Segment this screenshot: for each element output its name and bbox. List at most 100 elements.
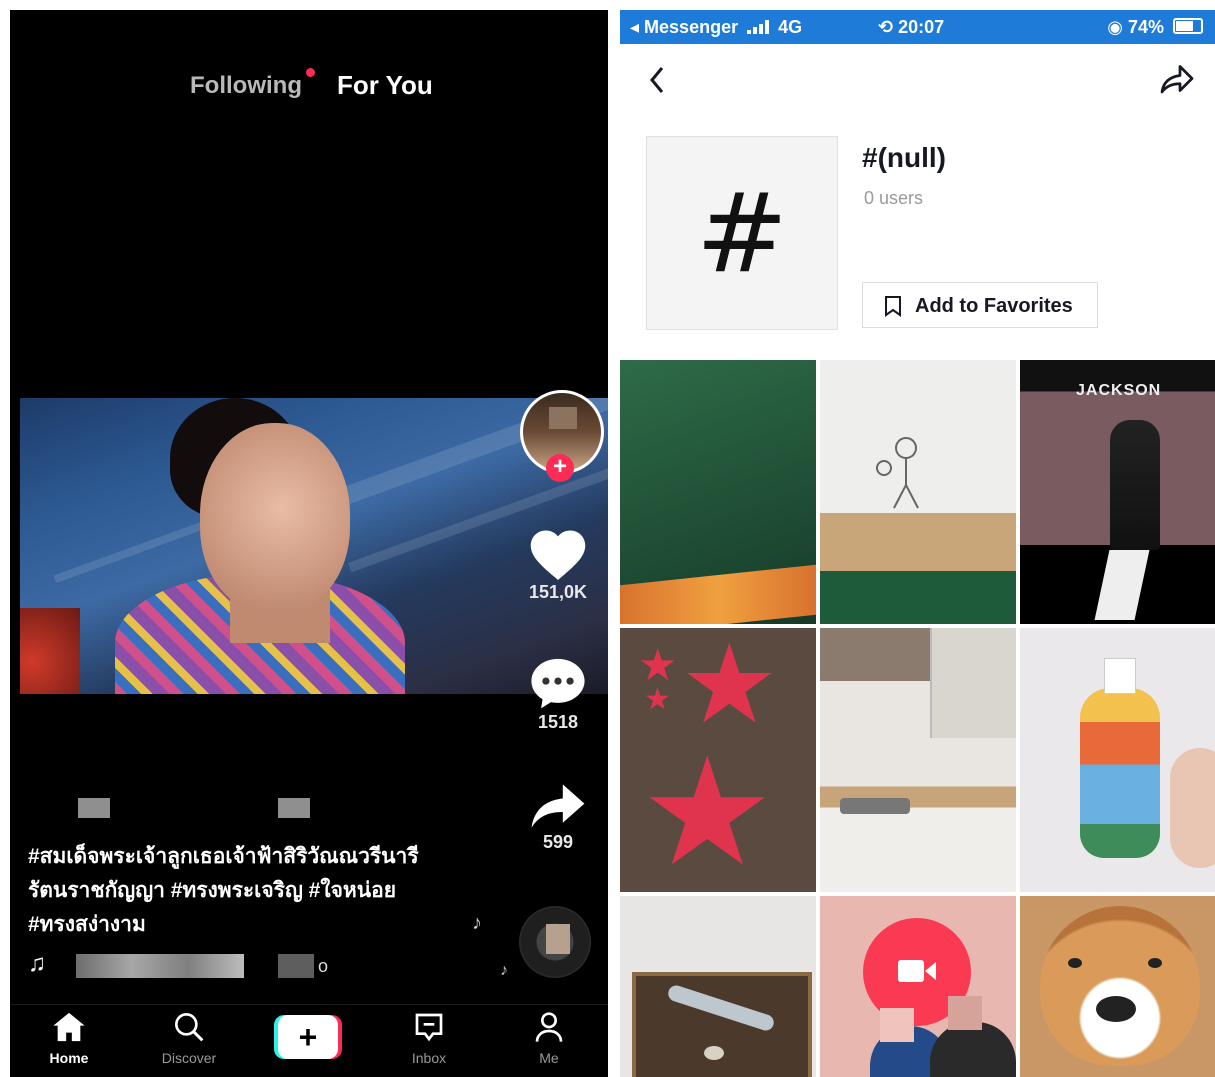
video-thumbnail-live-recording[interactable] — [820, 896, 1016, 1077]
performer-legs — [1094, 550, 1150, 620]
status-app-name: ◂ Messenger — [630, 17, 739, 37]
share-icon[interactable] — [1159, 62, 1195, 98]
caption-line-1[interactable]: #สมเด็จพระเจ้าลูกเธอเจ้าฟ้าสิริวัณณวรีนา… — [28, 840, 468, 874]
nav-me-label: Me — [539, 1050, 559, 1066]
tab-for-you[interactable]: For You — [337, 70, 433, 101]
redacted-music-title[interactable] — [76, 954, 244, 978]
hand — [1170, 748, 1215, 868]
status-back-to-app[interactable]: ◂ Messenger 4G — [630, 17, 802, 38]
signal-bars-icon — [747, 20, 770, 34]
hashtag-page-screen: ◂ Messenger 4G ⟲ 20:07 ◉ 74% # #(null) 0… — [620, 10, 1215, 1077]
nav-discover-label: Discover — [161, 1050, 217, 1066]
kitchen-cabinet — [930, 628, 1016, 738]
status-time-group: ⟲ 20:07 — [878, 17, 944, 38]
video-thumbnail-kitchen[interactable] — [820, 628, 1016, 892]
battery-icon — [1173, 18, 1203, 34]
video-thumbnail-shiba-dog[interactable] — [1020, 896, 1215, 1077]
status-battery-percent: 74% — [1127, 17, 1164, 37]
comment-count: 1518 — [537, 712, 579, 732]
music-disc-cover — [546, 924, 570, 954]
redacted-username-block — [78, 798, 110, 818]
nav-discover[interactable]: Discover — [144, 1011, 234, 1066]
video-person-face — [200, 423, 350, 613]
video-caption: #สมเด็จพระเจ้าลูกเธอเจ้าฟ้าสิริวัณณวรีนา… — [28, 840, 468, 942]
video-car-detail — [20, 608, 80, 694]
floating-note-icon: ♪ — [472, 912, 482, 934]
comment-icon[interactable] — [529, 656, 587, 710]
dog-nose — [1096, 996, 1136, 1022]
blurred-face — [880, 1008, 914, 1042]
music-note-icon: ♫ — [28, 950, 46, 977]
jersey-print — [620, 564, 816, 624]
star-icon: ★ — [644, 683, 671, 716]
home-icon — [53, 1012, 85, 1042]
plus-icon: + — [278, 1015, 338, 1059]
rotation-lock-icon: ⟲ — [878, 17, 894, 37]
profile-icon — [535, 1012, 563, 1042]
dog-face — [1040, 906, 1200, 1066]
floating-note-icon: ♪ — [500, 962, 508, 979]
music-disc[interactable] — [519, 906, 591, 978]
nav-inbox-label: Inbox — [411, 1050, 447, 1066]
hashtag-thumbnail: # — [646, 136, 838, 330]
add-to-favorites-button[interactable]: Add to Favorites — [862, 282, 1098, 328]
redacted-music-title — [278, 954, 314, 978]
search-icon — [175, 1012, 204, 1042]
heart-icon[interactable] — [528, 528, 588, 580]
blurred-face — [948, 996, 982, 1030]
video-thumbnail-concert[interactable]: JACKSON — [1020, 360, 1215, 624]
share-action[interactable]: 599 — [508, 782, 608, 853]
person-jacket — [930, 1022, 1016, 1077]
bottom-navigation: Home Discover + Inbox Me — [10, 1004, 608, 1077]
alarm-icon: ◉ — [1107, 17, 1123, 37]
video-camera-icon — [898, 960, 936, 982]
caption-line-2[interactable]: รัตนราชกัญญา #ทรงพระเจริญ #ใจหน่อย — [28, 874, 468, 908]
comment-action[interactable]: 1518 — [508, 656, 608, 733]
video-light-streak — [53, 520, 207, 584]
share-count: 599 — [542, 832, 574, 852]
avatar-pixelation — [549, 407, 577, 429]
notification-dot — [306, 68, 315, 77]
status-battery-group: ◉ 74% — [1107, 17, 1203, 38]
redacted-username-block — [278, 798, 310, 818]
video-thumbnail-bottle-board[interactable] — [620, 896, 816, 1077]
back-chevron-icon[interactable] — [646, 62, 668, 98]
dog-eye — [1148, 958, 1162, 968]
status-time: 20:07 — [898, 17, 945, 37]
video-grid: JACKSON ★ ★ ★ ★ — [620, 360, 1215, 1077]
bottle-cap — [704, 1046, 724, 1060]
share-arrow-icon[interactable] — [529, 782, 587, 830]
wooden-board — [632, 972, 812, 1077]
music-title-tail: o — [318, 956, 329, 976]
status-network: 4G — [778, 17, 803, 37]
video-thumbnail-green-jersey[interactable] — [620, 360, 816, 624]
status-bar: ◂ Messenger 4G ⟲ 20:07 ◉ 74% — [620, 10, 1215, 44]
performer-silhouette — [1110, 420, 1160, 550]
add-to-favorites-label: Add to Favorites — [915, 295, 1073, 317]
bookmark-icon — [885, 296, 901, 317]
video-thumbnail-soap-bottle[interactable] — [1020, 628, 1215, 892]
video-thumbnail-paper-stars[interactable]: ★ ★ ★ ★ — [620, 628, 816, 892]
like-action[interactable]: 151,0K — [508, 528, 608, 603]
soap-pump — [1104, 658, 1136, 694]
soap-bottle — [1080, 688, 1160, 858]
follow-plus-icon[interactable]: + — [546, 454, 574, 482]
inbox-icon — [415, 1013, 443, 1042]
nav-home-label: Home — [49, 1050, 89, 1066]
video-thumbnail-wall-drawing[interactable] — [820, 360, 1016, 624]
dog-eye — [1068, 958, 1082, 968]
nav-home[interactable]: Home — [24, 1011, 114, 1066]
tiktok-feed-screen: Following For You + 151,0K 1518 599 #สมเ… — [10, 10, 608, 1077]
jackson-text: JACKSON — [1076, 382, 1162, 399]
hashtag-title: #(null) — [862, 142, 946, 173]
like-count: 151,0K — [528, 582, 588, 602]
caption-line-3[interactable]: #ทรงสง่างาม — [28, 908, 468, 942]
hashtag-user-count: 0 users — [864, 188, 924, 208]
kitchen-sink — [840, 798, 910, 814]
nav-me[interactable]: Me — [504, 1011, 594, 1066]
star-icon: ★ — [640, 728, 775, 892]
hashtag-icon: # — [695, 169, 789, 297]
nav-inbox[interactable]: Inbox — [384, 1011, 474, 1066]
tab-following[interactable]: Following — [190, 72, 302, 100]
create-video-button[interactable]: + — [274, 1015, 342, 1059]
